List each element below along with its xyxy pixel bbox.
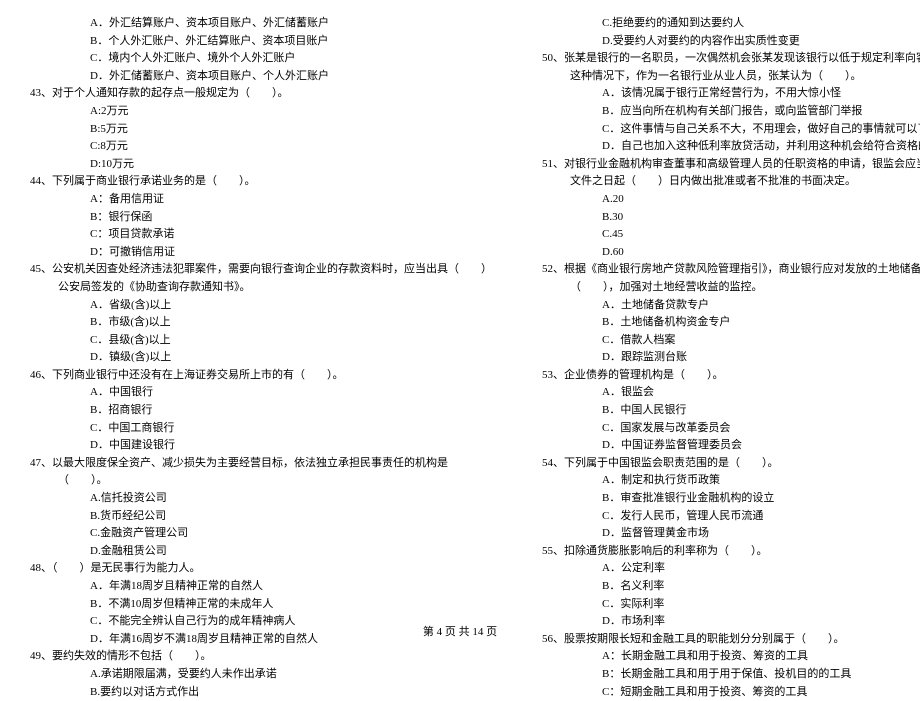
answer-option: B．审查批准银行业金融机构的设立	[542, 490, 920, 508]
answer-option: D:10万元	[30, 156, 492, 174]
answer-option: D．自己也加入这种低利率放贷活动，并利用这种机会给符合资格的朋友提供贷款	[542, 138, 920, 156]
answer-option: B．名义利率	[542, 578, 920, 596]
question-51: 51、对银行业金融机构审查董事和高级管理人员的任职资格的申请，银监会应当在自收到…	[542, 156, 920, 174]
answer-option: C：短期金融工具和用于投资、筹资的工具	[542, 684, 920, 701]
two-column-layout: A．外汇结算账户、资本项目账户、外汇储蓄账户 B．个人外汇账户、外汇结算账户、资…	[30, 15, 890, 701]
answer-option: C.拒绝要约的通知到达要约人	[542, 15, 920, 33]
question-49: 49、要约失效的情形不包括（ ）。	[30, 648, 492, 666]
answer-option: C：项目贷款承诺	[30, 226, 492, 244]
answer-option: D.受要约人对要约的内容作出实质性变更	[542, 33, 920, 51]
answer-option: B．土地储备机构资金专户	[542, 314, 920, 332]
right-column: C.拒绝要约的通知到达要约人 D.受要约人对要约的内容作出实质性变更 50、张某…	[542, 15, 920, 701]
answer-option: D.金融租赁公司	[30, 543, 492, 561]
answer-option: C．这件事情与自己关系不大，不用理会，做好自己的事情就可以了	[542, 121, 920, 139]
answer-option: D．中国证券监督管理委员会	[542, 437, 920, 455]
answer-option: D．跟踪监测台账	[542, 349, 920, 367]
answer-option: A.20	[542, 191, 920, 209]
answer-option: A：备用信用证	[30, 191, 492, 209]
left-column: A．外汇结算账户、资本项目账户、外汇储蓄账户 B．个人外汇账户、外汇结算账户、资…	[30, 15, 492, 701]
question-52-continued: （ ），加强对土地经营收益的监控。	[542, 279, 920, 297]
answer-option: A．银监会	[542, 384, 920, 402]
answer-option: D．监督管理黄金市场	[542, 525, 920, 543]
answer-option: A．公定利率	[542, 560, 920, 578]
answer-option: D：可撤销信用证	[30, 244, 492, 262]
answer-option: A：长期金融工具和用于投资、筹资的工具	[542, 648, 920, 666]
answer-option: C.45	[542, 226, 920, 244]
question-45-continued: 公安局签发的《协助查询存款通知书》。	[30, 279, 492, 297]
answer-option: D．外汇储蓄账户、资本项目账户、个人外汇账户	[30, 68, 492, 86]
answer-option: D.60	[542, 244, 920, 262]
question-46: 46、下列商业银行中还没有在上海证券交易所上市的有（ ）。	[30, 367, 492, 385]
answer-option: A．该情况属于银行正常经营行为，不用大惊小怪	[542, 85, 920, 103]
answer-option: B．应当向所在机构有关部门报告，或向监管部门举报	[542, 103, 920, 121]
question-50-continued: 这种情况下，作为一名银行业从业人员，张某认为（ ）。	[542, 68, 920, 86]
answer-option: B：银行保函	[30, 209, 492, 227]
answer-option: C．县级(含)以上	[30, 332, 492, 350]
answer-option: B．招商银行	[30, 402, 492, 420]
question-51-continued: 文件之日起（ ）日内做出批准或者不批准的书面决定。	[542, 173, 920, 191]
question-45: 45、公安机关因查处经济违法犯罪案件，需要向银行查询企业的存款资料时，应当出具（…	[30, 261, 492, 279]
answer-option: C．发行人民币，管理人民币流通	[542, 508, 920, 526]
question-48: 48、（ ）是无民事行为能力人。	[30, 560, 492, 578]
answer-option: C:8万元	[30, 138, 492, 156]
answer-option: B.30	[542, 209, 920, 227]
answer-option: C．境内个人外汇账户、境外个人外汇账户	[30, 50, 492, 68]
question-44: 44、下列属于商业银行承诺业务的是（ ）。	[30, 173, 492, 191]
question-47-continued: （ ）。	[30, 472, 492, 490]
question-50: 50、张某是银行的一名职员，一次偶然机会张某发现该银行以低于规定利率向客户发放贷…	[542, 50, 920, 68]
answer-option: C．借款人档案	[542, 332, 920, 350]
answer-option: D．中国建设银行	[30, 437, 492, 455]
answer-option: A．外汇结算账户、资本项目账户、外汇储蓄账户	[30, 15, 492, 33]
page-footer: 第 4 页 共 14 页	[0, 624, 920, 642]
answer-option: B．不满10周岁但精神正常的未成年人	[30, 596, 492, 614]
answer-option: B.货币经纪公司	[30, 508, 492, 526]
question-43: 43、对于个人通知存款的起存点一般规定为（ ）。	[30, 85, 492, 103]
answer-option: A.信托投资公司	[30, 490, 492, 508]
answer-option: C．中国工商银行	[30, 420, 492, 438]
answer-option: A．土地储备贷款专户	[542, 297, 920, 315]
question-52: 52、根据《商业银行房地产贷款风险管理指引》，商业银行应对发放的土地储备贷款设立	[542, 261, 920, 279]
answer-option: A．中国银行	[30, 384, 492, 402]
question-54: 54、下列属于中国银监会职责范围的是（ ）。	[542, 455, 920, 473]
answer-option: A．制定和执行货币政策	[542, 472, 920, 490]
answer-option: B．市级(含)以上	[30, 314, 492, 332]
answer-option: D．镇级(含)以上	[30, 349, 492, 367]
question-53: 53、企业债券的管理机构是（ ）。	[542, 367, 920, 385]
answer-option: A:2万元	[30, 103, 492, 121]
question-55: 55、扣除通货膨胀影响后的利率称为（ ）。	[542, 543, 920, 561]
answer-option: C.金融资产管理公司	[30, 525, 492, 543]
question-47: 47、以最大限度保全资产、减少损失为主要经营目标，依法独立承担民事责任的机构是	[30, 455, 492, 473]
answer-option: C．实际利率	[542, 596, 920, 614]
answer-option: C．国家发展与改革委员会	[542, 420, 920, 438]
answer-option: B．中国人民银行	[542, 402, 920, 420]
answer-option: A．年满18周岁且精神正常的自然人	[30, 578, 492, 596]
answer-option: B．个人外汇账户、外汇结算账户、资本项目账户	[30, 33, 492, 51]
answer-option: B.要约以对话方式作出	[30, 684, 492, 701]
answer-option: B：长期金融工具和用于用于保值、投机目的的工具	[542, 666, 920, 684]
answer-option: B:5万元	[30, 121, 492, 139]
answer-option: A.承诺期限届满，受要约人未作出承诺	[30, 666, 492, 684]
answer-option: A．省级(含)以上	[30, 297, 492, 315]
